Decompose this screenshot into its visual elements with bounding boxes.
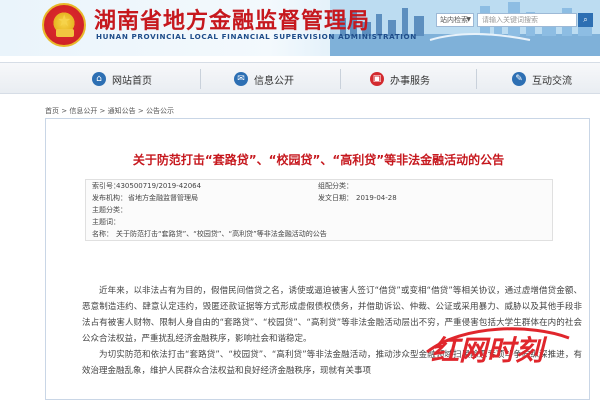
- meta-row: 索引号： 430500719/2019-42064 组配分类：: [86, 180, 552, 192]
- name-label: 名称：: [92, 230, 113, 238]
- meta-row: 发布机构： 省地方金融监督管理局 发文日期： 2019-04-28: [86, 192, 552, 204]
- chevron-down-icon: ▼: [466, 16, 471, 23]
- nav-item-label: 互动交流: [532, 75, 572, 87]
- name-value: 关于防范打击“套路贷”、“校园贷”、“高利贷”等非法金融活动的公告: [116, 230, 327, 238]
- nav-divider: [200, 69, 201, 89]
- city-skyline-banner: [330, 0, 600, 56]
- index-value: 430500719/2019-42064: [116, 182, 202, 190]
- nav-item-label: 办事服务: [390, 75, 430, 87]
- main-nav: ⌂ 网站首页 ✉ 信息公开 ▣ 办事服务 ✎ 互动交流: [0, 62, 600, 94]
- org-value: 省地方金融监督管理局: [128, 194, 198, 202]
- nav-item-label: 信息公开: [254, 75, 294, 87]
- star-icon: ★: [57, 11, 72, 30]
- home-icon: ⌂: [92, 72, 106, 86]
- briefcase-icon: ▣: [370, 72, 384, 86]
- subject-word-label: 主题词：: [92, 218, 120, 226]
- national-emblem-logo[interactable]: ★: [42, 3, 86, 47]
- nav-item-services[interactable]: ▣ 办事服务: [370, 63, 430, 95]
- search-input[interactable]: 请输入关键词搜索: [477, 13, 577, 27]
- org-label: 发布机构：: [92, 194, 127, 202]
- category-label: 组配分类：: [318, 182, 353, 190]
- chat-icon: ✉: [234, 72, 248, 86]
- speech-icon: ✎: [512, 72, 526, 86]
- nav-item-info[interactable]: ✉ 信息公开: [234, 63, 294, 95]
- search-scope-select[interactable]: 站内检索 ▼: [436, 13, 474, 27]
- article-title: 关于防范打击“套路贷”、“校园贷”、“高利贷”等非法金融活动的公告: [132, 153, 505, 167]
- date-value: 2019-04-28: [356, 194, 397, 202]
- nav-item-interaction[interactable]: ✎ 互动交流: [512, 63, 572, 95]
- breadcrumb[interactable]: 首页 > 信息公开 > 通知公告 > 公告公示: [45, 106, 174, 116]
- site-title[interactable]: 湖南省地方金融监督管理局: [94, 3, 370, 35]
- site-subtitle: HUNAN PROVINCIAL LOCAL FINANCIAL SUPERVI…: [96, 32, 417, 41]
- nav-item-label: 网站首页: [112, 75, 152, 87]
- nav-divider: [340, 69, 341, 89]
- date-label: 发文日期：: [318, 194, 353, 202]
- rednet-watermark-logo: 红网时刻: [426, 327, 570, 366]
- meta-row: 主题词：: [86, 216, 552, 228]
- search-scope-label: 站内检索: [440, 16, 468, 24]
- nav-item-home[interactable]: ⌂ 网站首页: [92, 63, 152, 95]
- article-meta-table: 索引号： 430500719/2019-42064 组配分类： 发布机构： 省地…: [85, 179, 553, 241]
- magnifier-icon: ⌕: [583, 15, 588, 24]
- site-header: ★ 湖南省地方金融监督管理局 HUNAN PROVINCIAL LOCAL FI…: [0, 0, 600, 56]
- search-button[interactable]: ⌕: [578, 13, 593, 27]
- subject-category-label: 主题分类：: [92, 206, 127, 214]
- nav-divider: [476, 69, 477, 89]
- watermark-text: 红网时刻: [431, 334, 548, 366]
- tiananmen-gate-icon: [56, 29, 74, 37]
- meta-row: 主题分类：: [86, 204, 552, 216]
- meta-row: 名称： 关于防范打击“套路贷”、“校园贷”、“高利贷”等非法金融活动的公告: [86, 228, 552, 240]
